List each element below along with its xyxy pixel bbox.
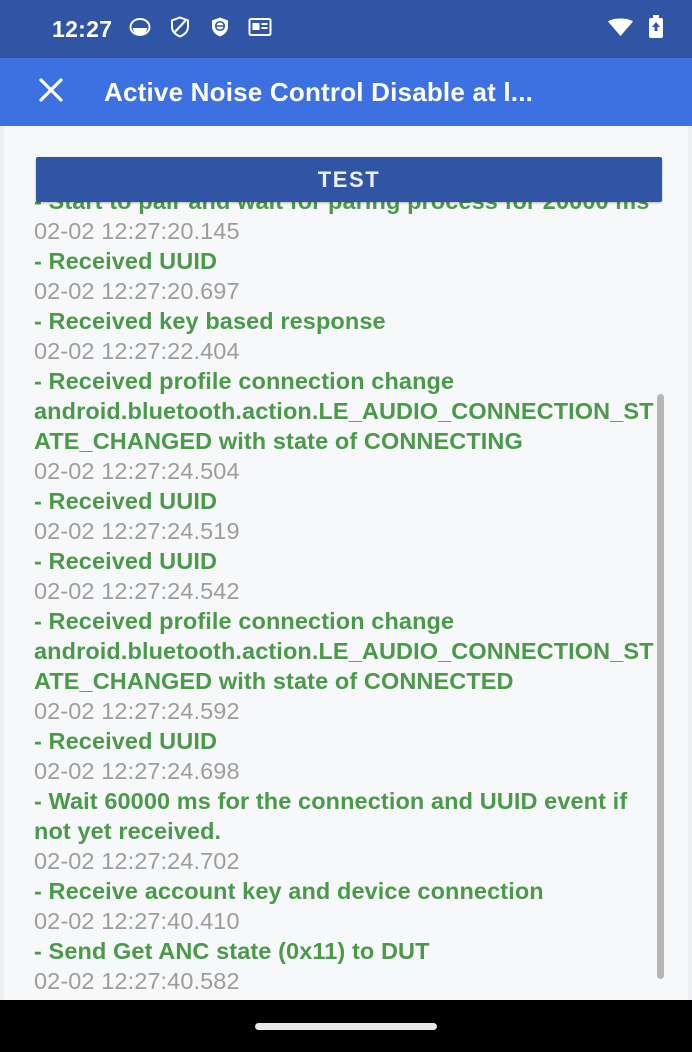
page-title: Active Noise Control Disable at l... [104,76,534,107]
log-timestamp: 02-02 12:27:20.697 [34,278,240,304]
log-timestamp: 02-02 12:27:40.410 [34,908,240,934]
log-message: - Received UUID [34,248,218,274]
log-message: - Wait 60000 ms for the connection and U… [34,788,628,844]
log-timestamp: 02-02 12:27:24.542 [34,578,240,604]
log-message: - Received key based response [34,308,386,334]
log-message: - Received UUID [34,548,218,574]
log-timestamp: 02-02 12:27:24.519 [34,518,240,544]
system-navigation-bar [0,1000,692,1052]
status-bar-clock: 12:27 [52,15,113,42]
log-message: - Received profile connection change and… [34,368,654,454]
content-area: - Start to pair and wait for paring proc… [0,126,692,1000]
log-timestamp: 02-02 12:27:24.592 [34,698,240,724]
log-message: - Received profile connection change and… [34,608,654,694]
chat-bubble-icon [128,15,152,44]
close-button[interactable] [28,69,74,115]
close-icon [36,75,66,110]
status-bar-right [607,15,664,43]
shield-slash-icon [168,15,192,44]
home-gesture-pill[interactable] [255,1022,437,1030]
test-button[interactable]: TEST [36,157,662,202]
log-output-list[interactable]: - Start to pair and wait for paring proc… [4,126,688,1000]
card-icon [248,17,272,42]
log-message: - Received UUID [34,728,218,754]
log-timestamp: 02-02 12:27:24.702 [34,848,240,874]
log-message: - Receive account key and device connect… [34,878,544,904]
log-timestamp: 02-02 12:27:24.504 [34,458,240,484]
phone-screen: 12:27 Active Noise Control Disable at l.… [0,0,692,1052]
vertical-scrollbar-thumb[interactable] [657,394,664,979]
status-bar-left: 12:27 [52,15,607,44]
log-timestamp: 02-02 12:27:24.698 [34,758,240,784]
battery-icon [648,15,664,43]
app-bar: Active Noise Control Disable at l... [0,58,692,126]
status-bar: 12:27 [0,0,692,58]
log-timestamp: 02-02 12:27:22.404 [34,338,240,364]
wifi-icon [607,17,634,42]
shield-globe-icon [208,15,232,44]
log-message: - Send Get ANC state (0x11) to DUT [34,938,430,964]
log-timestamp: 02-02 12:27:40.582 [34,968,240,994]
log-message: - Received UUID [34,488,218,514]
log-timestamp: 02-02 12:27:20.145 [34,218,240,244]
